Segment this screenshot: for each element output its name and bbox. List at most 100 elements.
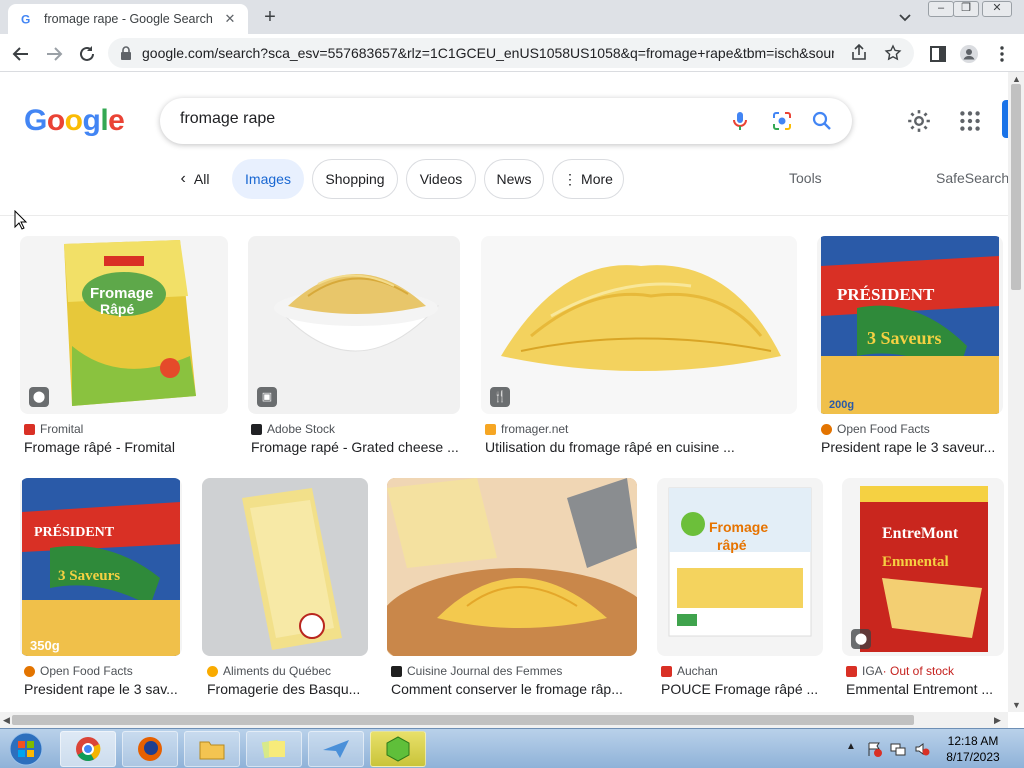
president-bag-image: PRÉSIDENT 3 Saveurs 350g xyxy=(22,478,180,656)
share-icon[interactable] xyxy=(850,44,868,62)
scroll-right-arrow-icon[interactable]: ▶ xyxy=(994,715,1001,726)
restore-window-button[interactable]: ❐ xyxy=(953,1,979,17)
out-of-stock-label: · Out of stock xyxy=(882,664,955,678)
apps-grid-icon[interactable] xyxy=(957,108,983,134)
tools-button[interactable]: Tools xyxy=(789,170,822,186)
result-title[interactable]: Fromage rapé - Grated cheese ... xyxy=(251,439,459,455)
svg-text:200g: 200g xyxy=(829,399,854,411)
result-thumbnail[interactable] xyxy=(387,478,637,656)
search-box[interactable]: fromage rape xyxy=(160,98,852,144)
result-title[interactable]: Emmental Entremont ... xyxy=(846,681,1004,697)
horizontal-scrollbar[interactable]: ◀ ▶ xyxy=(0,712,1008,728)
google-logo[interactable]: Google xyxy=(24,104,125,138)
new-tab-button[interactable]: + xyxy=(258,5,282,29)
search-input[interactable]: fromage rape xyxy=(180,110,275,128)
chip-images[interactable]: Images xyxy=(232,159,304,199)
result-source[interactable]: Auchan xyxy=(661,664,718,678)
result-thumbnail[interactable]: PRÉSIDENT 3 Saveurs 200g xyxy=(817,236,1003,414)
result-title[interactable]: POUCE Fromage râpé ... xyxy=(661,681,821,697)
url-text[interactable]: google.com/search?sca_esv=557683657&rlz=… xyxy=(142,45,834,61)
result-thumbnail[interactable]: Fromage Râpé ⬤ xyxy=(20,236,228,414)
reload-icon[interactable] xyxy=(76,43,98,65)
search-icon[interactable] xyxy=(810,109,834,133)
tray-expand-icon[interactable]: ▲ xyxy=(846,741,862,757)
result-source-name: Open Food Facts xyxy=(837,422,930,436)
result-title[interactable]: Fromagerie des Basqu... xyxy=(207,681,367,697)
result-title[interactable]: Fromage râpé - Fromital xyxy=(24,439,224,455)
result-source[interactable]: Adobe Stock xyxy=(251,422,335,436)
clock-time: 12:18 AM xyxy=(947,734,999,748)
source-favicon-icon xyxy=(207,665,218,677)
result-source-name: fromager.net xyxy=(501,422,569,436)
forward-arrow-icon[interactable] xyxy=(43,43,65,65)
chip-videos[interactable]: Videos xyxy=(406,159,476,199)
close-window-button[interactable]: ✕ xyxy=(982,1,1012,17)
scroll-left-arrow-icon[interactable]: ◀ xyxy=(3,715,10,726)
recipe-icon: 🍴 xyxy=(490,387,510,407)
chip-shopping[interactable]: Shopping xyxy=(312,159,398,199)
source-favicon-icon xyxy=(821,423,832,435)
vertical-scroll-thumb[interactable] xyxy=(1011,84,1021,290)
kebab-menu-icon[interactable] xyxy=(992,44,1012,64)
chevron-down-icon[interactable] xyxy=(896,8,914,26)
taskbar-game-button[interactable] xyxy=(370,731,426,767)
taskbar-chrome-button[interactable] xyxy=(60,731,116,767)
profile-avatar-icon[interactable] xyxy=(959,44,979,64)
vertical-scrollbar[interactable]: ▲ ▼ xyxy=(1008,72,1024,712)
minimize-window-button[interactable]: – xyxy=(928,1,954,17)
taskbar-explorer-button[interactable] xyxy=(184,731,240,767)
source-favicon-icon xyxy=(846,665,857,677)
result-thumbnail[interactable]: EntreMont Emmental ⬤ xyxy=(842,478,1004,656)
result-thumbnail[interactable] xyxy=(202,478,368,656)
lens-camera-icon[interactable] xyxy=(770,109,794,133)
settings-gear-icon[interactable] xyxy=(906,108,932,134)
close-tab-icon[interactable]: ✕ xyxy=(222,11,238,27)
result-title[interactable]: Comment conserver le fromage râp... xyxy=(391,681,635,697)
lock-icon[interactable] xyxy=(120,46,132,60)
back-arrow-icon[interactable] xyxy=(10,43,32,65)
result-source[interactable]: Cuisine Journal des Femmes xyxy=(391,664,562,678)
svg-text:râpé: râpé xyxy=(717,537,747,553)
taskbar-notes-button[interactable] xyxy=(246,731,302,767)
taskbar-firefox-button[interactable] xyxy=(122,731,178,767)
volume-muted-icon[interactable] xyxy=(914,741,930,757)
result-title[interactable]: President rape le 3 saveur... xyxy=(821,439,1003,455)
chip-more[interactable]: ⋮ More xyxy=(552,159,624,199)
result-thumbnail[interactable]: ▣ xyxy=(248,236,460,414)
taskbar-app-button[interactable] xyxy=(308,731,364,767)
result-title[interactable]: Utilisation du fromage râpé en cuisine .… xyxy=(485,439,797,455)
result-source[interactable]: Open Food Facts xyxy=(821,422,930,436)
horizontal-scroll-thumb[interactable] xyxy=(12,715,914,725)
windows-start-button[interactable] xyxy=(4,731,48,767)
chip-more-label: More xyxy=(581,171,613,187)
scroll-down-arrow-icon[interactable]: ▼ xyxy=(1012,700,1021,710)
result-source[interactable]: Fromital xyxy=(24,422,83,436)
result-source[interactable]: fromager.net xyxy=(485,422,568,436)
side-panel-icon[interactable] xyxy=(928,44,948,64)
bookmark-star-icon[interactable] xyxy=(884,44,902,62)
source-favicon-icon xyxy=(485,423,496,435)
result-source[interactable]: Aliments du Québec xyxy=(207,664,331,678)
result-source[interactable]: Open Food Facts xyxy=(24,664,133,678)
result-title[interactable]: President rape le 3 sav... xyxy=(24,681,184,697)
president-bag-image: PRÉSIDENT 3 Saveurs 200g xyxy=(821,236,999,414)
browser-toolbar: google.com/search?sca_esv=557683657&rlz=… xyxy=(0,34,1024,72)
address-bar[interactable]: google.com/search?sca_esv=557683657&rlz=… xyxy=(108,38,914,68)
result-source-name: Adobe Stock xyxy=(267,422,336,436)
network-icon[interactable] xyxy=(890,741,906,757)
safesearch-button[interactable]: SafeSearch xyxy=(936,170,1009,186)
scroll-up-arrow-icon[interactable]: ▲ xyxy=(1012,74,1021,84)
result-thumbnail[interactable]: Fromage râpé xyxy=(657,478,823,656)
microphone-icon[interactable] xyxy=(728,109,752,133)
browser-tab[interactable]: G fromage rape - Google Search ✕ xyxy=(8,4,248,34)
result-thumbnail[interactable]: 🍴 xyxy=(481,236,797,414)
system-clock[interactable]: 12:18 AM 8/17/2023 xyxy=(942,733,1004,765)
chip-all[interactable]: ‹ All xyxy=(170,159,220,199)
result-thumbnail[interactable]: PRÉSIDENT 3 Saveurs 350g xyxy=(20,478,182,656)
result-source[interactable]: IGA · Out of stock xyxy=(846,664,954,678)
result-source-name: IGA xyxy=(862,664,883,678)
chip-news[interactable]: News xyxy=(484,159,544,199)
action-center-flag-icon[interactable] xyxy=(866,741,882,757)
google-favicon-icon: G xyxy=(19,12,33,27)
svg-text:Râpé: Râpé xyxy=(100,301,134,317)
